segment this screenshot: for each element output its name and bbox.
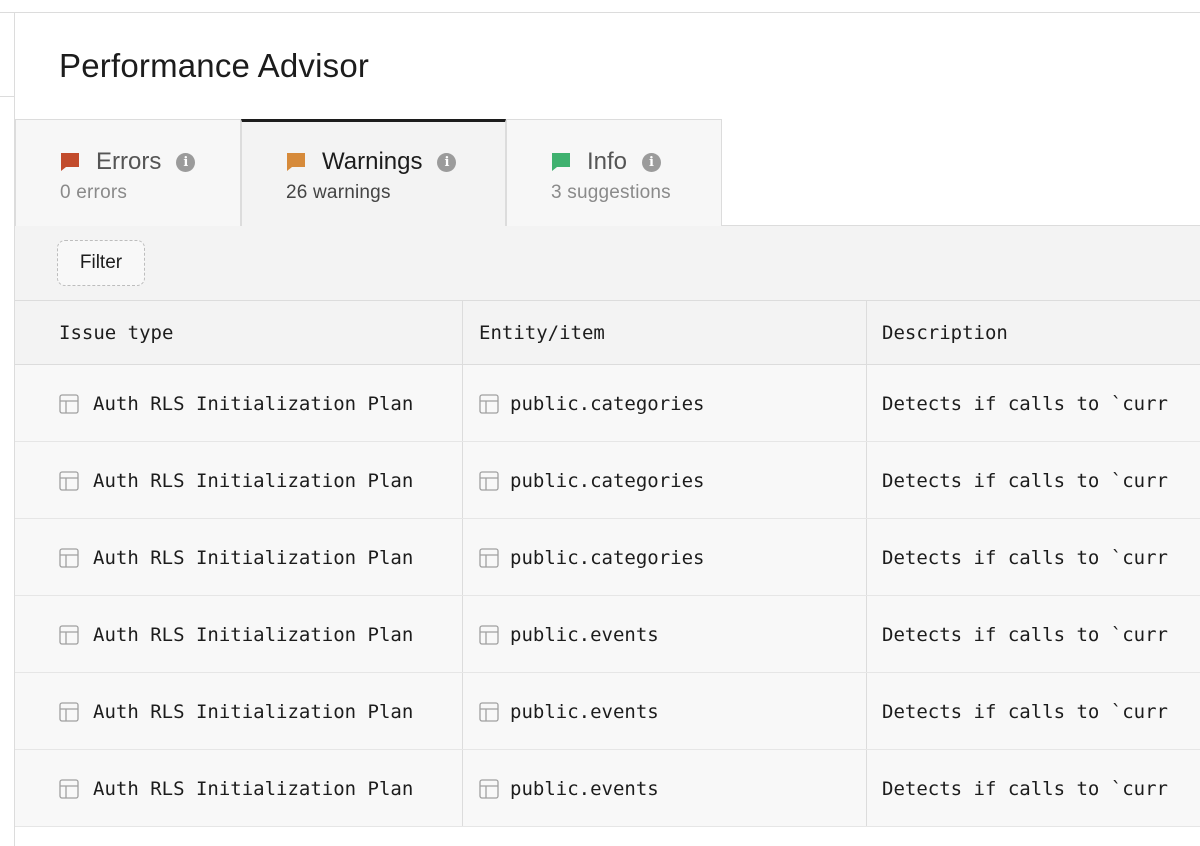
description-text: Detects if calls to `curr (882, 546, 1168, 569)
issue-type-text: Auth RLS Initialization Plan (93, 546, 414, 569)
issue-type-text: Auth RLS Initialization Plan (93, 777, 414, 800)
table-icon (59, 778, 79, 799)
table-icon (59, 624, 79, 645)
filter-button[interactable]: Filter (57, 240, 145, 286)
entity-text: public.events (510, 700, 659, 723)
cell-entity: public.events (479, 750, 859, 827)
entity-text: public.categories (510, 469, 705, 492)
page-title: Performance Advisor (59, 47, 370, 84)
column-divider (462, 442, 463, 518)
table-icon (59, 470, 79, 491)
issues-table: Issue type Entity/item Description Auth … (15, 301, 1200, 827)
column-divider (866, 519, 867, 595)
info-icon[interactable]: i (642, 152, 662, 172)
tab-warnings-label: Warnings (322, 148, 423, 175)
cell-issue-type: Auth RLS Initialization Plan (59, 596, 459, 673)
cell-entity: public.categories (479, 519, 859, 596)
column-header-issue-type[interactable]: Issue type (59, 301, 459, 365)
table-row[interactable]: Auth RLS Initialization Plan public.categ… (15, 365, 1200, 442)
table-icon (479, 470, 499, 491)
table-row[interactable]: Auth RLS Initialization Plan public.categ… (15, 442, 1200, 519)
entity-text: public.categories (510, 392, 705, 415)
flag-icon (552, 153, 570, 171)
sidebar-divider (0, 96, 14, 97)
table-icon (59, 547, 79, 568)
description-text: Detects if calls to `curr (882, 392, 1168, 415)
column-divider (462, 519, 463, 595)
issue-type-text: Auth RLS Initialization Plan (93, 700, 414, 723)
table-body: Auth RLS Initialization Plan public.categ… (15, 365, 1200, 827)
tab-errors-label: Errors (96, 148, 162, 175)
table-icon (479, 393, 499, 414)
table-icon (479, 778, 499, 799)
column-divider (462, 365, 463, 441)
description-text: Detects if calls to `curr (882, 777, 1168, 800)
issue-type-text: Auth RLS Initialization Plan (93, 469, 414, 492)
description-text: Detects if calls to `curr (882, 623, 1168, 646)
column-divider (462, 750, 463, 826)
left-sidebar-edge (0, 13, 15, 846)
cell-issue-type: Auth RLS Initialization Plan (59, 442, 459, 519)
column-header-description[interactable]: Description (882, 301, 1200, 365)
tab-errors[interactable]: Errors i 0 errors (15, 119, 241, 226)
column-divider (866, 750, 867, 826)
issue-type-text: Auth RLS Initialization Plan (93, 392, 414, 415)
tab-warnings-count: 26 warnings (286, 182, 391, 203)
info-icon[interactable]: i (437, 152, 457, 172)
cell-issue-type: Auth RLS Initialization Plan (59, 673, 459, 750)
table-row[interactable]: Auth RLS Initialization Plan public.event… (15, 750, 1200, 827)
tab-errors-count: 0 errors (60, 182, 128, 203)
tab-info-label: Info (587, 148, 628, 175)
table-row[interactable]: Auth RLS Initialization Plan public.event… (15, 596, 1200, 673)
column-divider (866, 301, 867, 364)
column-divider (866, 365, 867, 441)
cell-entity: public.categories (479, 365, 859, 442)
cell-entity: public.events (479, 673, 859, 750)
description-text: Detects if calls to `curr (882, 700, 1168, 723)
column-divider (462, 301, 463, 364)
flag-icon (287, 153, 305, 171)
tab-info-count: 3 suggestions (551, 182, 671, 203)
flag-icon (61, 153, 79, 171)
cell-issue-type: Auth RLS Initialization Plan (59, 519, 459, 596)
table-icon (479, 547, 499, 568)
column-divider (866, 673, 867, 749)
cell-description: Detects if calls to `curr (882, 750, 1200, 827)
performance-advisor-panel: Performance Advisor Errors i 0 errors Wa… (15, 13, 1200, 846)
column-divider (462, 673, 463, 749)
column-divider (462, 596, 463, 672)
info-icon[interactable]: i (176, 152, 196, 172)
cell-issue-type: Auth RLS Initialization Plan (59, 365, 459, 442)
entity-text: public.events (510, 623, 659, 646)
column-divider (866, 442, 867, 518)
issue-type-text: Auth RLS Initialization Plan (93, 623, 414, 646)
column-divider (866, 596, 867, 672)
table-icon (479, 701, 499, 722)
severity-tabs: Errors i 0 errors Warnings i 26 warnings (15, 119, 1200, 227)
table-icon (479, 624, 499, 645)
cell-description: Detects if calls to `curr (882, 596, 1200, 673)
cell-description: Detects if calls to `curr (882, 442, 1200, 519)
cell-entity: public.categories (479, 442, 859, 519)
cell-description: Detects if calls to `curr (882, 673, 1200, 750)
cell-entity: public.events (479, 596, 859, 673)
table-header: Issue type Entity/item Description (15, 301, 1200, 365)
table-row[interactable]: Auth RLS Initialization Plan public.categ… (15, 519, 1200, 596)
table-icon (59, 701, 79, 722)
table-icon (59, 393, 79, 414)
cell-description: Detects if calls to `curr (882, 519, 1200, 596)
table-row[interactable]: Auth RLS Initialization Plan public.event… (15, 673, 1200, 750)
column-header-entity[interactable]: Entity/item (479, 301, 859, 365)
filter-toolbar: Filter (15, 226, 1200, 301)
cell-description: Detects if calls to `curr (882, 365, 1200, 442)
entity-text: public.events (510, 777, 659, 800)
tab-info[interactable]: Info i 3 suggestions (506, 119, 722, 226)
cell-issue-type: Auth RLS Initialization Plan (59, 750, 459, 827)
description-text: Detects if calls to `curr (882, 469, 1168, 492)
entity-text: public.categories (510, 546, 705, 569)
tab-warnings[interactable]: Warnings i 26 warnings (241, 119, 506, 227)
